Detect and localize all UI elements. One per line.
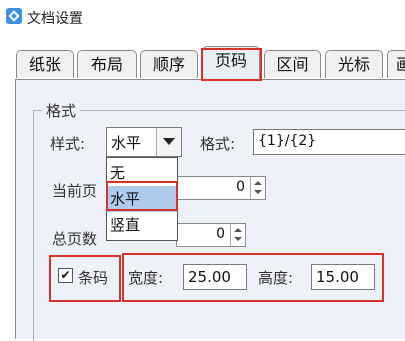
spinner-buttons[interactable]	[230, 224, 245, 246]
barcode-checkbox[interactable]: ✔	[58, 268, 73, 283]
spin-down-icon[interactable]	[234, 237, 242, 241]
spin-down-icon[interactable]	[254, 190, 262, 194]
style-label: 样式:	[50, 135, 86, 153]
combo-arrow-button[interactable]	[156, 128, 181, 156]
option-vertical[interactable]: 竖直	[107, 212, 177, 238]
format-label: 格式:	[200, 135, 236, 153]
barcode-label: 条码	[78, 269, 109, 287]
height-label: 高度:	[258, 269, 294, 287]
format-input[interactable]: {1}/{2}	[253, 129, 405, 155]
style-value: 水平	[111, 134, 142, 152]
spin-up-icon[interactable]	[254, 181, 262, 185]
height-input[interactable]: 15.00	[311, 264, 375, 290]
total-pages-label: 总页数	[52, 230, 98, 248]
tab-paper[interactable]: 纸张	[16, 50, 74, 78]
tab-cursor[interactable]: 光标	[325, 50, 383, 78]
width-input[interactable]: 25.00	[183, 264, 247, 290]
current-page-value: 0	[236, 179, 245, 195]
option-none[interactable]: 无	[107, 160, 177, 186]
total-pages-spinner[interactable]: 0	[176, 223, 246, 247]
spin-up-icon[interactable]	[234, 228, 242, 232]
width-label: 宽度:	[128, 269, 164, 287]
tab-draw[interactable]: 画	[387, 50, 405, 78]
title-bar: 文档设置	[0, 0, 405, 34]
tab-range[interactable]: 区间	[264, 50, 321, 78]
style-dropdown-list: 无 水平 竖直	[106, 157, 178, 241]
current-page-spinner[interactable]: 0	[176, 176, 266, 200]
tab-layout[interactable]: 布局	[77, 50, 137, 78]
tab-order[interactable]: 顺序	[140, 50, 198, 78]
total-pages-value: 0	[216, 226, 225, 242]
app-icon	[6, 8, 22, 24]
tab-page-number[interactable]: 页码	[202, 46, 260, 80]
spinner-buttons[interactable]	[250, 177, 265, 199]
group-legend: 格式	[42, 100, 81, 121]
current-page-label: 当前页	[52, 182, 98, 200]
style-combo[interactable]: 水平	[106, 127, 182, 157]
option-horizontal[interactable]: 水平	[107, 186, 177, 212]
tab-bar: 纸张 布局 顺序 页码 区间 光标 画	[0, 44, 405, 80]
window-title: 文档设置	[27, 11, 83, 27]
chevron-down-icon	[163, 138, 175, 145]
